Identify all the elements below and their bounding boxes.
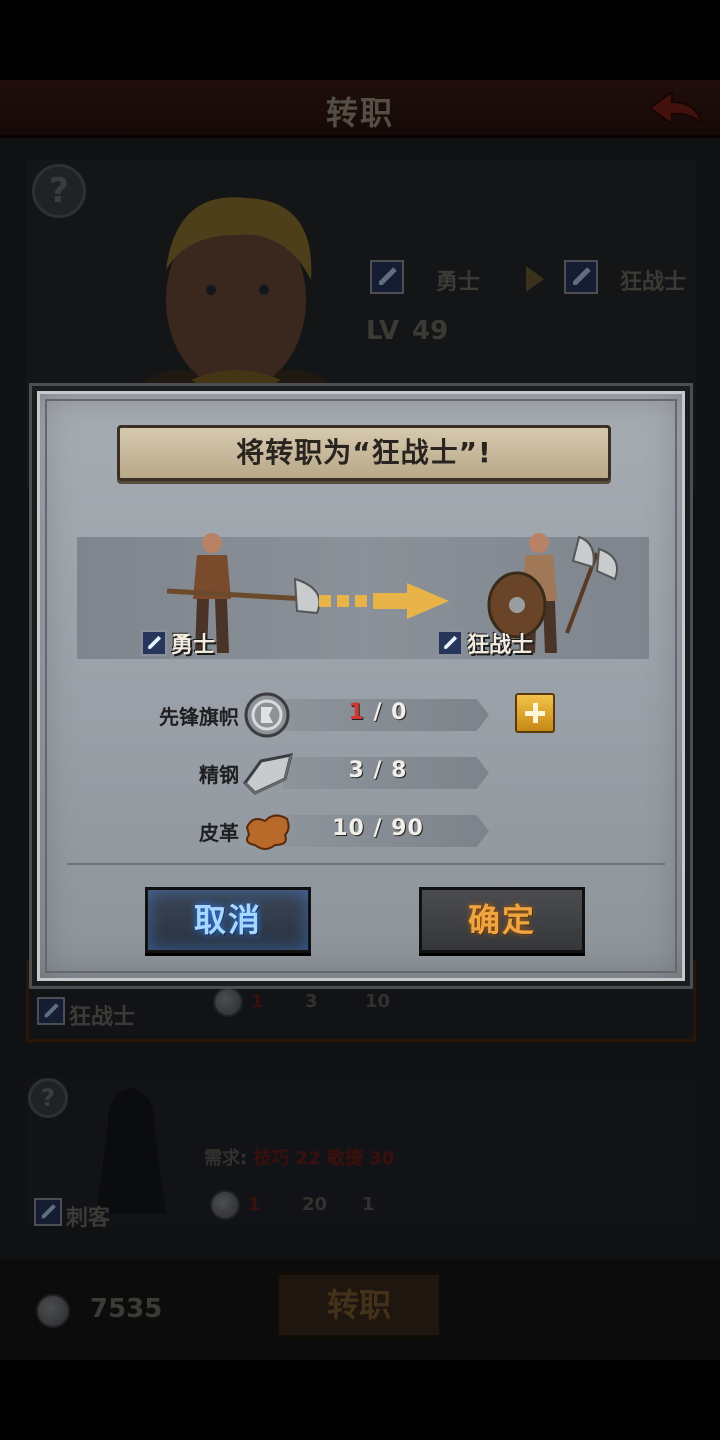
job-change-confirm-dialog: 将转职为“狂战士”! 勇士 狂战士 先锋旗帜 1 / 0 精钢 3 / 8 皮革…: [32, 386, 690, 986]
add-material-button[interactable]: [515, 693, 555, 733]
cancel-button[interactable]: 取消: [145, 887, 311, 953]
to-class-label: 狂战士: [437, 627, 533, 659]
material-row-steel: 精钢 3 / 8: [37, 749, 695, 797]
confirm-button-label: 确定: [467, 901, 536, 939]
cancel-button-label: 取消: [193, 901, 262, 939]
dialog-title: 将转职为“狂战士”!: [236, 436, 492, 469]
dialog-title-banner: 将转职为“狂战士”!: [117, 425, 611, 481]
from-class-name: 勇士: [171, 633, 216, 658]
material-name: 先锋旗帜: [159, 705, 239, 729]
to-class-name: 狂战士: [467, 633, 534, 658]
material-count: 3 / 8: [348, 758, 408, 783]
dialog-divider: [67, 863, 665, 865]
material-name: 精钢: [199, 763, 239, 787]
from-class-icon: [141, 630, 167, 656]
material-name: 皮革: [199, 821, 239, 845]
material-row-banner: 先锋旗帜 1 / 0: [37, 691, 695, 739]
transfer-arrow-icon: [319, 583, 449, 619]
to-class-icon: [437, 630, 463, 656]
from-class-label: 勇士: [141, 627, 215, 659]
material-count: 1 / 0: [348, 700, 408, 725]
material-row-leather: 皮革 10 / 90: [37, 807, 695, 855]
confirm-button[interactable]: 确定: [419, 887, 585, 953]
material-count: 10 / 90: [332, 816, 424, 841]
class-transfer-strip: 勇士 狂战士: [77, 533, 649, 659]
